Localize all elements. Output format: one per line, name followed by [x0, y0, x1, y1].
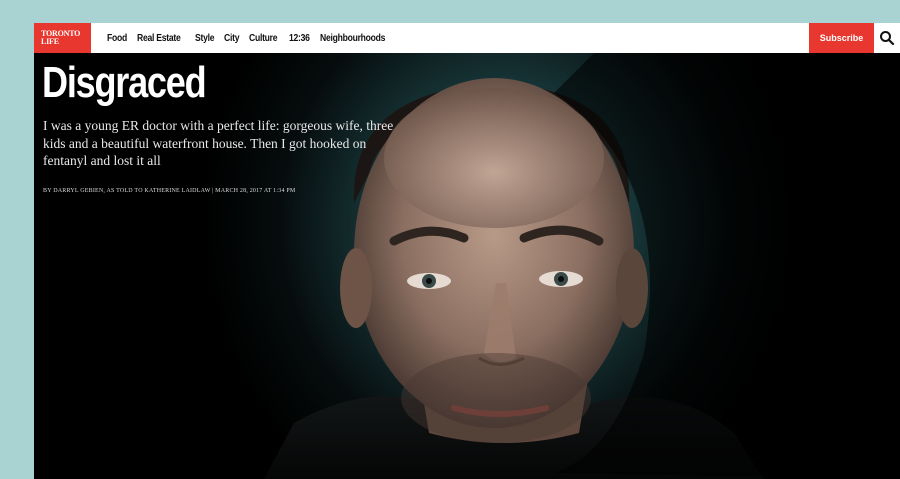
top-navigation-bar: TORONTO LIFE Food Real Estate Style City… — [34, 23, 900, 53]
nav-item-culture[interactable]: Culture — [249, 33, 278, 44]
screenshot-frame: TORONTO LIFE Food Real Estate Style City… — [0, 0, 900, 479]
nav-item-food[interactable]: Food — [107, 33, 127, 44]
nav-item-real-estate[interactable]: Real Estate — [137, 33, 181, 44]
site-logo[interactable]: TORONTO LIFE — [34, 23, 91, 53]
nav-item-style[interactable]: Style — [195, 33, 215, 44]
web-page: TORONTO LIFE Food Real Estate Style City… — [34, 23, 900, 479]
logo-line-2: LIFE — [41, 37, 59, 46]
nav-item-neighbourhoods[interactable]: Neighbourhoods — [320, 33, 385, 44]
hero-section: Disgraced I was a young ER doctor with a… — [34, 53, 900, 479]
subscribe-button[interactable]: Subscribe — [809, 23, 874, 53]
nav-item-city[interactable]: City — [224, 33, 239, 44]
nav-links: Food Real Estate Style City Culture 12:3… — [107, 33, 393, 44]
article-byline: By Darryl Gebien, as told to Katherine L… — [43, 188, 296, 194]
nav-item-1236[interactable]: 12:36 — [289, 33, 310, 44]
article-dek: I was a young ER doctor with a perfect l… — [43, 118, 394, 168]
search-icon[interactable] — [878, 29, 896, 47]
article-headline: Disgraced — [42, 58, 207, 107]
